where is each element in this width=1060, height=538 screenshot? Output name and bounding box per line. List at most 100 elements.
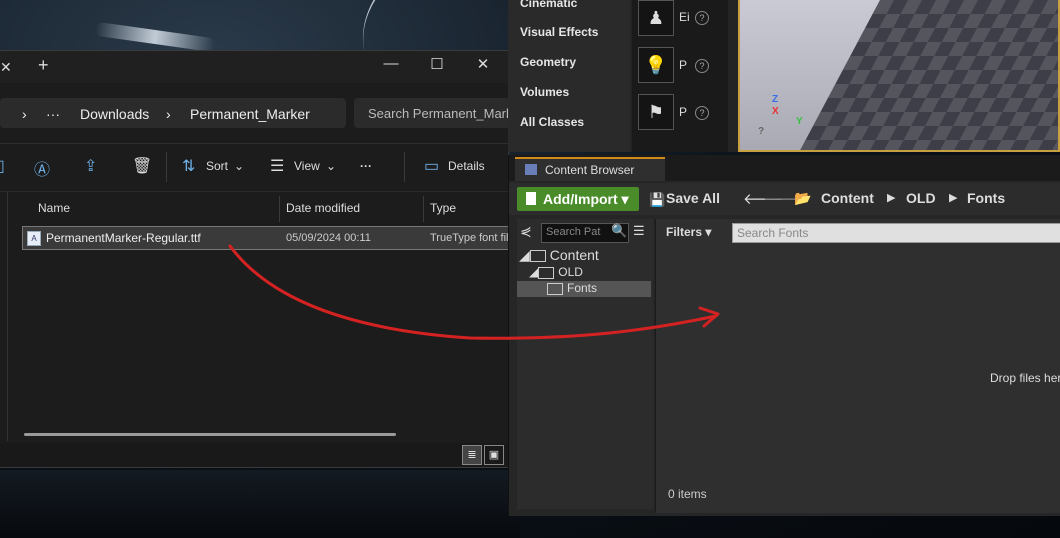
background-light-streak — [94, 21, 216, 53]
tab-close-icon[interactable]: ✕ — [0, 59, 12, 76]
add-import-button[interactable]: Add/Import ▾ — [517, 187, 639, 211]
drop-files-hint: Drop files here — [990, 371, 1060, 385]
save-all-button[interactable]: Save All — [666, 190, 720, 206]
path-search-placeholder: Search Pat — [546, 226, 601, 238]
sort-icon[interactable]: ⇅ — [182, 156, 195, 176]
tab-label: Content Browser — [545, 163, 635, 177]
help-icon[interactable]: ? — [695, 59, 709, 73]
breadcrumb-more-button[interactable]: ··· — [46, 106, 60, 122]
navigation-pane — [0, 191, 8, 441]
asset-search-input[interactable]: Search Fonts — [732, 223, 1060, 243]
actor-thumbnail[interactable]: ♟ — [638, 0, 674, 36]
large-icons-view-icon[interactable]: ▣ — [484, 445, 504, 465]
view-icon[interactable]: ☰ — [270, 156, 284, 176]
details-button[interactable]: Details — [448, 159, 485, 173]
tree-item-label: Fonts — [567, 281, 598, 295]
view-button[interactable]: View — [294, 159, 320, 173]
column-type[interactable]: Type — [430, 201, 456, 215]
category-cinematic[interactable]: Cinematic — [520, 0, 577, 10]
close-button[interactable]: ✕ — [468, 55, 498, 73]
maximize-button[interactable]: ☐ — [422, 55, 452, 73]
file-explorer-window: ✕ + — ☐ ✕ › ··· Downloads › Permanent_Ma… — [0, 50, 515, 468]
rename-icon[interactable]: Ⓐ — [34, 156, 50, 180]
tab-content-browser[interactable]: Content Browser — [515, 157, 665, 181]
paste-icon[interactable]: ▯ — [0, 156, 5, 176]
details-pane-icon[interactable]: ▭ — [424, 156, 439, 176]
place-actors-list: ♟ Ei ? 💡 P ? ⚑ P ? — [632, 0, 848, 152]
add-file-icon — [526, 192, 536, 205]
category-all-classes[interactable]: All Classes — [520, 115, 584, 129]
view-options-icon[interactable]: ☰ — [633, 223, 645, 239]
axis-z-label: Z — [772, 94, 779, 105]
folder-icon — [538, 266, 555, 279]
explorer-titlebar: ✕ + — ☐ ✕ — [0, 51, 508, 83]
actor-label: P — [679, 58, 688, 72]
actor-thumbnail[interactable]: ⚑ — [638, 94, 674, 130]
horizontal-scrollbar[interactable] — [24, 433, 396, 436]
column-date-modified[interactable]: Date modified — [286, 201, 360, 215]
folder-icon: 📂 — [794, 190, 812, 206]
content-browser-tabbar: Content Browser — [509, 155, 1060, 181]
search-placeholder: Search Permanent_Marker — [368, 106, 514, 121]
asset-search-placeholder: Search Fonts — [737, 226, 809, 240]
actor-thumbnail[interactable]: 💡 — [638, 47, 674, 83]
items-count: 0 items — [668, 487, 707, 501]
asset-view[interactable]: Filters ▾ Search Fonts Drop files here 0… — [655, 219, 1060, 513]
breadcrumb-arrow-icon[interactable]: ▶ — [887, 191, 895, 204]
category-geometry[interactable]: Geometry — [520, 55, 576, 69]
content-browser-icon — [525, 164, 537, 175]
column-divider[interactable] — [423, 196, 424, 222]
breadcrumb-downloads[interactable]: Downloads — [80, 106, 149, 122]
level-viewport[interactable]: Z X Y ? — [738, 0, 1060, 152]
file-name: PermanentMarker-Regular.ttf — [46, 231, 201, 245]
address-row: › ··· Downloads › Permanent_Marker Searc… — [0, 95, 514, 131]
share-icon[interactable]: ⇪ — [84, 156, 97, 176]
font-file-icon: A — [27, 231, 41, 246]
help-icon[interactable]: ? — [695, 106, 709, 120]
tree-item-fonts[interactable]: Fonts — [547, 281, 597, 295]
address-bar[interactable]: › ··· Downloads › Permanent_Marker — [0, 98, 346, 128]
sort-button[interactable]: Sort — [206, 159, 228, 173]
column-name[interactable]: Name — [38, 201, 70, 215]
tree-item-content[interactable]: ◢ Content — [519, 247, 599, 264]
minimize-button[interactable]: — — [376, 55, 406, 72]
file-row[interactable]: A PermanentMarker-Regular.ttf 05/09/2024… — [22, 226, 515, 250]
unreal-editor-top: Cinematic Visual Effects Geometry Volume… — [508, 0, 1060, 152]
delete-icon[interactable]: 🗑 — [132, 156, 152, 176]
category-volumes[interactable]: Volumes — [520, 85, 569, 99]
save-icon[interactable]: 💾 — [649, 192, 665, 208]
add-import-label: Add/Import ▾ — [543, 191, 629, 207]
breadcrumb-separator: › — [166, 106, 171, 122]
breadcrumb-separator: › — [22, 106, 27, 122]
breadcrumb-content[interactable]: Content — [821, 190, 874, 206]
breadcrumb-arrow-icon[interactable]: ▶ — [949, 191, 957, 204]
search-icon[interactable]: 🔍 — [611, 223, 627, 239]
axis-x-label: X — [772, 106, 779, 117]
actor-label: Ei — [679, 10, 690, 24]
column-header: Name Date modified Type — [0, 191, 508, 224]
new-tab-button[interactable]: + — [38, 55, 49, 76]
help-icon[interactable]: ? — [758, 126, 764, 137]
details-view-icon[interactable]: ≣ — [462, 445, 482, 465]
folder-tree-panel: ⋞ Search Pat 🔍 ☰ ◢ Content ◢ OLD Fonts — [517, 219, 653, 509]
collapse-sources-icon[interactable]: ⋞ — [520, 223, 532, 240]
file-type: TrueType font file — [430, 232, 515, 244]
chevron-down-icon: ⌄ — [234, 159, 245, 173]
breadcrumb-permanent-marker[interactable]: Permanent_Marker — [190, 106, 310, 122]
chevron-down-icon: ⌄ — [326, 159, 337, 173]
toolbar-divider — [166, 152, 167, 182]
actor-label: P — [679, 105, 688, 119]
breadcrumb-fonts[interactable]: Fonts — [967, 190, 1005, 206]
more-options-button[interactable]: ··· — [360, 159, 372, 173]
background-floor — [0, 470, 520, 538]
toolbar-divider — [404, 152, 405, 182]
status-bar: ≣ ▣ — [0, 443, 508, 467]
help-icon[interactable]: ? — [695, 11, 709, 25]
tree-item-label: OLD — [558, 265, 583, 279]
filters-button[interactable]: Filters ▾ — [666, 225, 711, 239]
breadcrumb-old[interactable]: OLD — [906, 190, 936, 206]
tree-item-old[interactable]: ◢ OLD — [529, 265, 583, 279]
search-input[interactable]: Search Permanent_Marker — [354, 98, 514, 128]
column-divider[interactable] — [279, 196, 280, 222]
category-visual-effects[interactable]: Visual Effects — [520, 25, 598, 39]
